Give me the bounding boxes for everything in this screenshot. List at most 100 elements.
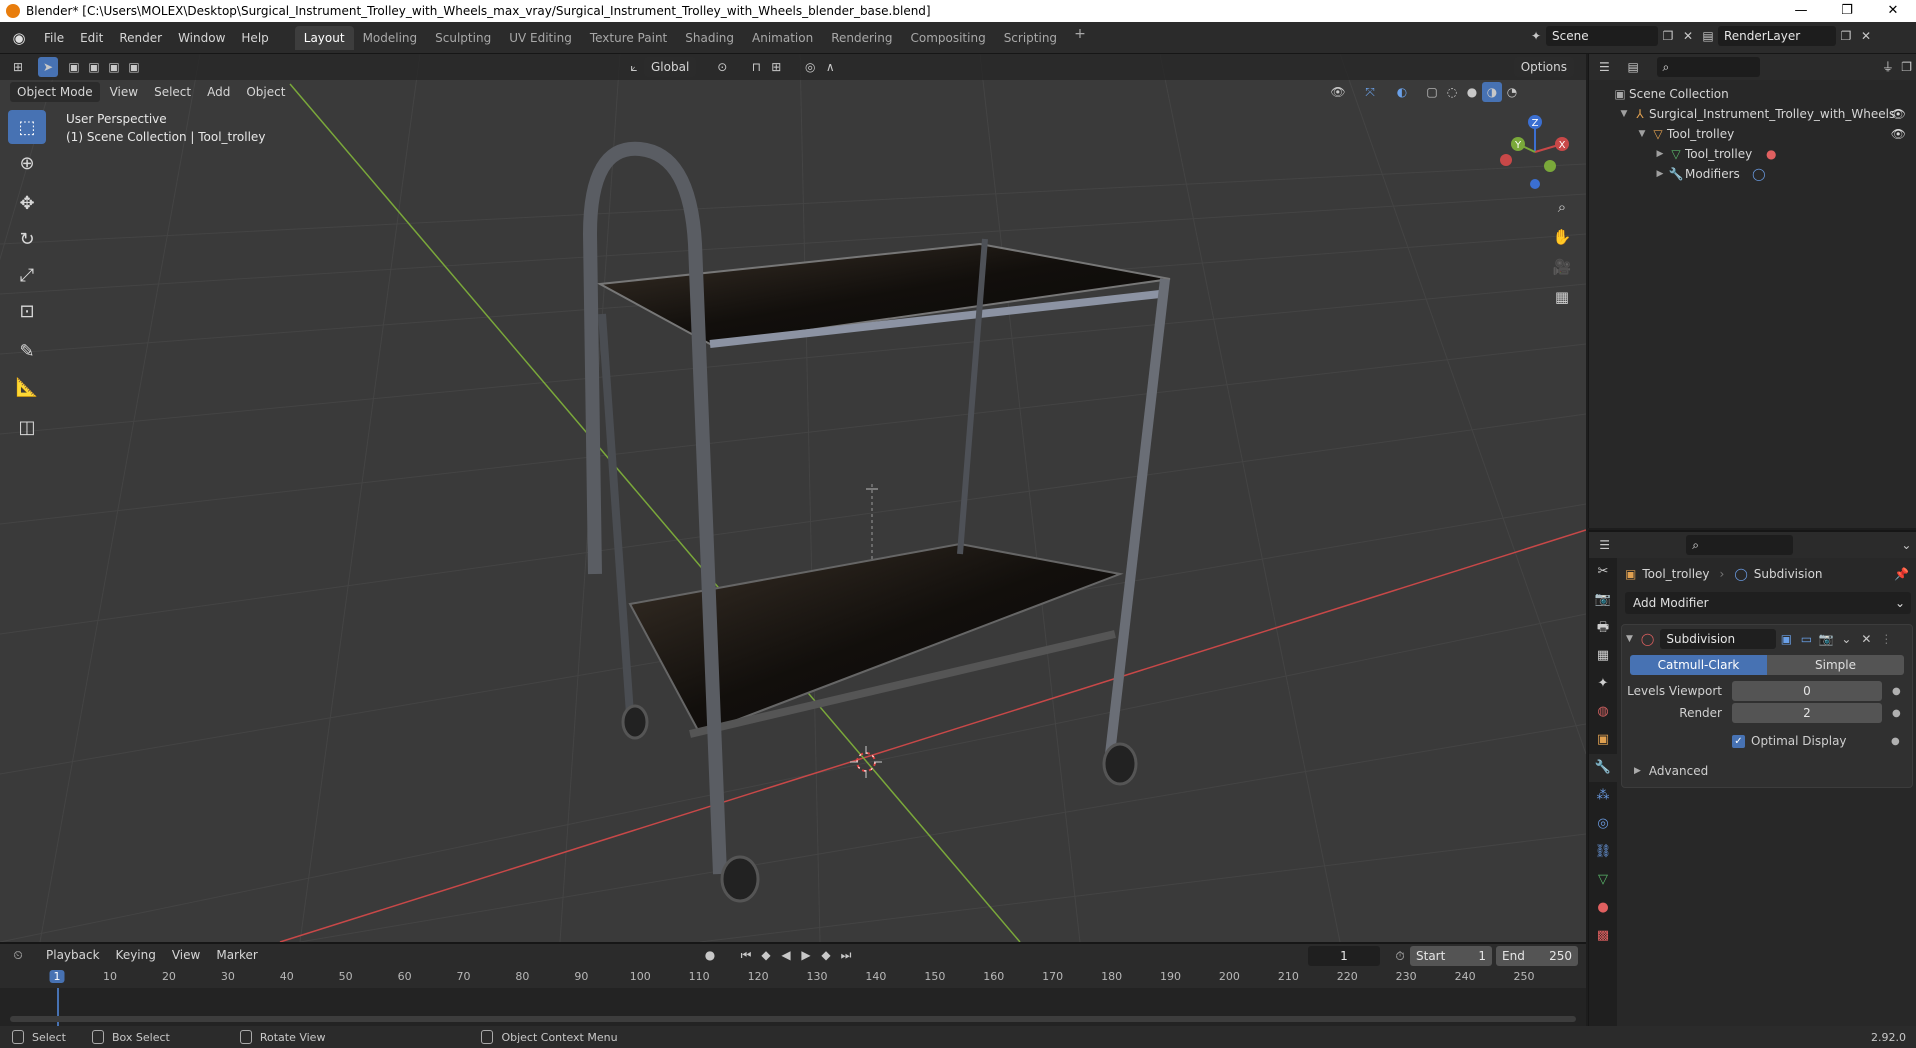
navigation-gizmo[interactable]: Z X Y xyxy=(1490,112,1580,192)
expand-arrow-icon[interactable]: ▼ xyxy=(1617,104,1631,124)
render-layer-icon[interactable]: ▤ xyxy=(1698,26,1718,46)
menu-file[interactable]: File xyxy=(36,26,72,50)
annotate-tool-icon[interactable]: ✎ xyxy=(8,334,46,368)
data-tab-icon[interactable]: ▽ xyxy=(1589,866,1617,894)
add-cube-tool-icon[interactable]: ◫ xyxy=(8,410,46,444)
maximize-button[interactable]: ❐ xyxy=(1824,0,1870,22)
select-mode-invert-icon[interactable]: ▣ xyxy=(124,57,144,77)
tab-scripting[interactable]: Scripting xyxy=(995,26,1066,50)
rotate-tool-icon[interactable]: ↻ xyxy=(8,222,46,256)
menu-edit[interactable]: Edit xyxy=(72,26,111,50)
timeline-menu-playback[interactable]: Playback xyxy=(38,945,108,965)
physics-tab-icon[interactable]: ◎ xyxy=(1589,810,1617,838)
minimize-button[interactable]: — xyxy=(1778,0,1824,22)
edit-mode-toggle-icon[interactable]: ▣ xyxy=(1776,629,1796,649)
outliner-search-input[interactable]: ⌕ xyxy=(1656,57,1761,77)
jump-end-icon[interactable]: ⏭ xyxy=(836,945,856,965)
outliner-item-modifiers[interactable]: ▶ 🔧 Modifiers ◯ xyxy=(1589,164,1916,184)
remove-modifier-icon[interactable]: ✕ xyxy=(1856,629,1876,649)
viewport-menu-select[interactable]: Select xyxy=(146,82,199,102)
modifier-menu-icon[interactable]: ⌄ xyxy=(1836,629,1856,649)
end-frame-field[interactable]: End 250 xyxy=(1496,946,1578,966)
tab-texture-paint[interactable]: Texture Paint xyxy=(581,26,676,50)
3d-viewport[interactable]: ⊞ ➤ ▣ ▣ ▣ ▣ ⟀ Global ⊙ ⊓ ⊞ ◎ ∧ Options O… xyxy=(0,54,1586,942)
texture-tab-icon[interactable]: ▩ xyxy=(1589,922,1617,950)
blender-logo-icon[interactable]: ◉ xyxy=(10,29,28,47)
shading-rendered-icon[interactable]: ◔ xyxy=(1502,82,1522,102)
move-tool-icon[interactable]: ✥ xyxy=(8,186,46,220)
editor-type-icon[interactable]: ⊞ xyxy=(8,57,28,77)
tab-rendering[interactable]: Rendering xyxy=(822,26,901,50)
keyframe-dot-icon[interactable]: ● xyxy=(1891,736,1900,747)
select-mode-subtract-icon[interactable]: ▣ xyxy=(104,57,124,77)
viewport-menu-add[interactable]: Add xyxy=(199,82,238,102)
render-toggle-icon[interactable]: 📷 xyxy=(1816,629,1836,649)
eye-visibility-icon[interactable]: 👁 xyxy=(1891,104,1906,124)
cursor-tool-icon[interactable]: ⊕ xyxy=(8,146,46,180)
scene-tab-icon[interactable]: ✦ xyxy=(1589,670,1617,698)
filter-icon[interactable]: ⏚ xyxy=(1878,57,1897,77)
ortho-grid-icon[interactable]: ▦ xyxy=(1550,282,1574,312)
timeline-menu-keying[interactable]: Keying xyxy=(108,945,164,965)
gizmo-toggle-icon[interactable]: ⤧ xyxy=(1360,82,1380,102)
output-tab-icon[interactable]: 🖶 xyxy=(1589,614,1617,642)
constraints-tab-icon[interactable]: ⛓ xyxy=(1589,838,1617,866)
close-button[interactable]: ✕ xyxy=(1870,0,1916,22)
menu-window[interactable]: Window xyxy=(170,26,233,50)
render-tab-icon[interactable]: 📷 xyxy=(1589,586,1617,614)
modifier-tab-icon[interactable]: 🔧 xyxy=(1589,754,1617,782)
start-frame-field[interactable]: Start 1 xyxy=(1410,946,1492,966)
timeline-menu-marker[interactable]: Marker xyxy=(208,945,265,965)
scene-icon[interactable]: ✦ xyxy=(1526,26,1546,46)
add-workspace-button[interactable]: + xyxy=(1066,26,1094,50)
snap-icon[interactable]: ⊓ xyxy=(746,57,766,77)
properties-search-input[interactable]: ⌕ xyxy=(1686,535,1793,555)
render-levels-field[interactable]: 2 xyxy=(1732,703,1882,723)
prev-keyframe-icon[interactable]: ◆ xyxy=(756,945,776,965)
timeline-ruler[interactable]: 1 10 20 30 40 50 60 70 80 90 100 110 120 130 140 150 160… xyxy=(0,968,1586,988)
timeline-editor-type-icon[interactable]: ⏲ xyxy=(8,945,28,965)
select-box-tool-icon[interactable]: ⬚ xyxy=(8,110,46,144)
viewport-menu-object[interactable]: Object xyxy=(238,82,293,102)
shading-material-icon[interactable]: ◑ xyxy=(1482,82,1502,102)
tab-layout[interactable]: Layout xyxy=(294,25,354,50)
drag-handle-icon[interactable]: ⋮ xyxy=(1876,629,1896,649)
tab-shading[interactable]: Shading xyxy=(676,26,743,50)
measure-tool-icon[interactable]: 📐 xyxy=(8,370,46,404)
preview-range-icon[interactable]: ⏱ xyxy=(1390,946,1410,966)
tab-sculpting[interactable]: Sculpting xyxy=(426,26,500,50)
shading-solid-icon[interactable]: ● xyxy=(1462,82,1482,102)
catmull-clark-button[interactable]: Catmull-Clark xyxy=(1630,655,1767,675)
shading-wireframe-icon[interactable]: ◌ xyxy=(1442,82,1462,102)
tab-compositing[interactable]: Compositing xyxy=(901,26,994,50)
falloff-icon[interactable]: ∧ xyxy=(820,57,840,77)
play-reverse-icon[interactable]: ◀ xyxy=(776,945,796,965)
collapse-arrow-icon[interactable]: ▶ xyxy=(1653,144,1667,164)
eye-visibility-icon[interactable]: 👁 xyxy=(1891,124,1906,144)
delete-scene-icon[interactable]: ✕ xyxy=(1678,26,1698,46)
optimal-display-checkbox[interactable]: ✓ xyxy=(1732,734,1745,748)
menu-render[interactable]: Render xyxy=(111,26,170,50)
camera-view-icon[interactable]: 🎥 xyxy=(1550,252,1574,282)
world-tab-icon[interactable]: ◍ xyxy=(1589,698,1617,726)
xray-icon[interactable]: ▢ xyxy=(1422,82,1442,102)
material-tab-icon[interactable]: ● xyxy=(1589,894,1617,922)
transform-tool-icon[interactable]: ⊡ xyxy=(8,294,46,328)
timeline-body[interactable] xyxy=(0,988,1586,1028)
properties-options-icon[interactable]: ⌄ xyxy=(1897,535,1916,555)
timeline-scrollbar[interactable] xyxy=(10,1016,1576,1022)
tab-animation[interactable]: Animation xyxy=(743,26,822,50)
visibility-icon[interactable]: 👁 xyxy=(1328,82,1348,102)
menu-help[interactable]: Help xyxy=(233,26,276,50)
viewport-menu-view[interactable]: View xyxy=(102,82,146,102)
pivot-point-icon[interactable]: ⊙ xyxy=(712,57,732,77)
scale-tool-icon[interactable]: ⤢ xyxy=(8,258,46,292)
select-mode-new-icon[interactable]: ▣ xyxy=(64,57,84,77)
keyframe-dot-icon[interactable]: ● xyxy=(1892,686,1901,697)
particles-tab-icon[interactable]: ⁂ xyxy=(1589,782,1617,810)
options-dropdown[interactable]: Options xyxy=(1513,57,1574,77)
select-tool-icon[interactable]: ➤ xyxy=(38,57,58,77)
outliner-scene-collection[interactable]: ▣ Scene Collection xyxy=(1589,84,1916,104)
next-keyframe-icon[interactable]: ◆ xyxy=(816,945,836,965)
render-layer-field[interactable]: RenderLayer xyxy=(1718,26,1836,46)
